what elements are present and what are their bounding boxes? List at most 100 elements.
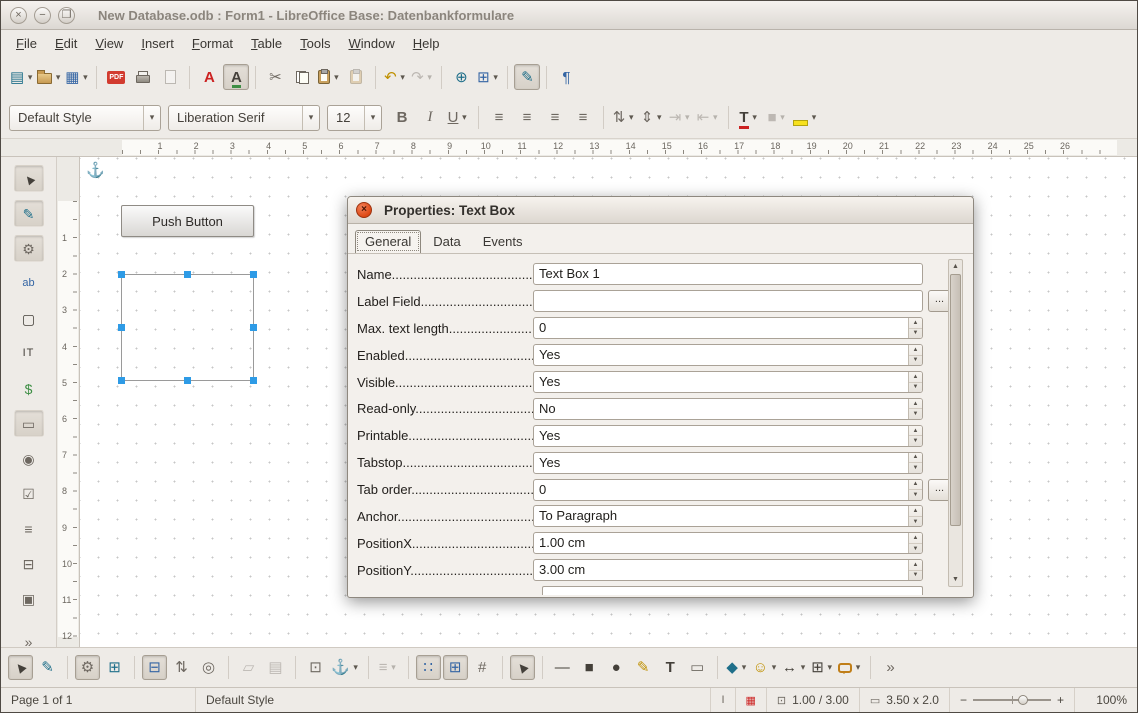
spin-up-icon[interactable]: ▲ xyxy=(909,372,922,383)
zoom-value[interactable]: 100% xyxy=(1075,688,1137,712)
scrollbar-thumb[interactable] xyxy=(950,274,961,526)
spin-down-icon[interactable]: ▼ xyxy=(909,571,922,581)
change-anchor-button[interactable]: ⚓▾ xyxy=(330,655,361,680)
resize-handle-n[interactable] xyxy=(184,271,191,278)
spinner-buttons[interactable]: ▲▼ xyxy=(908,318,922,338)
spin-up-icon[interactable]: ▲ xyxy=(909,426,922,437)
open-button[interactable]: ▾ xyxy=(36,64,63,90)
scroll-up-icon[interactable]: ▲ xyxy=(949,260,962,273)
dropdown-caret-icon[interactable]: ▾ xyxy=(751,112,759,123)
group-box-tool[interactable]: ▢ xyxy=(14,305,44,332)
enabled-field[interactable]: Yes▲▼ xyxy=(533,344,923,366)
menu-item[interactable]: Format xyxy=(183,32,242,55)
dialog-close-button[interactable]: × xyxy=(356,202,372,218)
symbol-shapes-button[interactable]: ☺▾ xyxy=(752,655,779,680)
callouts-button[interactable]: ▾ xyxy=(837,655,863,680)
spin-up-icon[interactable]: ▲ xyxy=(909,560,922,571)
text-box-tool[interactable]: IT xyxy=(14,340,44,367)
resize-handle-sw[interactable] xyxy=(118,377,125,384)
insert-rectangle-button[interactable]: ■ xyxy=(577,655,602,680)
add-field-button[interactable]: ⊟ xyxy=(142,655,167,680)
dropdown-caret-icon[interactable]: ▾ xyxy=(143,106,160,130)
basic-shapes-button[interactable]: ◆▾ xyxy=(725,655,750,680)
printable-field[interactable]: Yes▲▼ xyxy=(533,425,923,447)
resize-handle-s[interactable] xyxy=(184,377,191,384)
window-minimize-button[interactable]: − xyxy=(34,7,51,24)
resize-handle-se[interactable] xyxy=(250,377,257,384)
control-wizards-button[interactable]: ⚙ xyxy=(75,655,100,680)
align-left-button[interactable]: ≡ xyxy=(486,105,512,131)
toolbar-overflow-button[interactable]: » xyxy=(878,655,903,680)
tab-events[interactable]: Events xyxy=(473,230,533,253)
spin-up-icon[interactable]: ▲ xyxy=(909,533,922,544)
dropdown-caret-icon[interactable]: ▾ xyxy=(81,72,89,83)
label-field-tool[interactable]: ab xyxy=(14,270,44,297)
control-wizards-tool[interactable]: ⚙ xyxy=(14,235,44,262)
spin-up-icon[interactable]: ▲ xyxy=(909,345,922,356)
page-style-indicator[interactable]: Default Style xyxy=(196,688,711,712)
activation-order-button[interactable]: ⇅ xyxy=(169,655,194,680)
cursor-position-indicator[interactable]: ⊡1.00 / 3.00 xyxy=(767,688,860,712)
font-name-combo[interactable]: Liberation Serif▾ xyxy=(168,105,320,131)
design-mode-tool[interactable]: ✎ xyxy=(14,200,44,227)
snap-to-grid-button[interactable]: ⊞ xyxy=(443,655,468,680)
image-button-tool[interactable]: ▣ xyxy=(14,585,44,612)
visible-field[interactable]: Yes▲▼ xyxy=(533,371,923,393)
dropdown-caret-icon[interactable]: ▾ xyxy=(54,72,62,83)
helplines-button[interactable]: # xyxy=(470,655,495,680)
spin-down-icon[interactable]: ▼ xyxy=(909,544,922,554)
spin-down-icon[interactable]: ▼ xyxy=(909,329,922,339)
print-button[interactable] xyxy=(130,64,156,90)
resize-handle-e[interactable] xyxy=(250,324,257,331)
name-field[interactable]: Text Box 1 xyxy=(533,263,923,285)
read-only-field[interactable]: No▲▼ xyxy=(533,398,923,420)
tab-order-field[interactable]: 0▲▼ xyxy=(533,479,923,501)
insert-line-button[interactable]: — xyxy=(550,655,575,680)
menu-item[interactable]: Window xyxy=(339,32,403,55)
spinner-buttons[interactable]: ▲▼ xyxy=(908,426,922,446)
spinner-buttons[interactable]: ▲▼ xyxy=(908,506,922,526)
horizontal-ruler[interactable]: 1234567891011121314151617181920212223242… xyxy=(1,139,1137,157)
tabstop-field[interactable]: Yes▲▼ xyxy=(533,452,923,474)
draw-select-button[interactable]: ▲ xyxy=(510,655,535,680)
copy-button[interactable] xyxy=(289,64,315,90)
zoom-thumb[interactable] xyxy=(1018,695,1028,705)
spin-down-icon[interactable]: ▼ xyxy=(909,356,922,366)
menu-item[interactable]: Edit xyxy=(46,32,86,55)
spinner-buttons[interactable]: ▲▼ xyxy=(908,560,922,580)
insert-table-button[interactable]: ⊞▾ xyxy=(475,64,501,90)
dropdown-caret-icon[interactable]: ▾ xyxy=(826,662,834,673)
formatted-field-tool[interactable]: $ xyxy=(14,375,44,402)
insert-mode-indicator[interactable]: I xyxy=(711,688,735,712)
zoom-track[interactable] xyxy=(973,699,1051,701)
push-button-tool[interactable]: ▭ xyxy=(14,410,44,437)
dropdown-caret-icon[interactable]: ▾ xyxy=(740,662,748,673)
highlight-color-button[interactable]: ▾ xyxy=(792,105,819,131)
tab-general[interactable]: General xyxy=(355,230,421,253)
character-color-button[interactable]: T▾ xyxy=(736,105,762,131)
dropdown-caret-icon[interactable]: ▾ xyxy=(26,72,34,83)
option-button-tool[interactable]: ◉ xyxy=(14,445,44,472)
paragraph-style-combo[interactable]: Default Style▾ xyxy=(9,105,161,131)
spin-down-icon[interactable]: ▼ xyxy=(909,517,922,527)
menu-item[interactable]: Tools xyxy=(291,32,339,55)
menu-item[interactable]: View xyxy=(86,32,132,55)
form-navigator-button[interactable]: ⊞ xyxy=(102,655,127,680)
align-right-button[interactable]: ≡ xyxy=(542,105,568,131)
dropdown-caret-icon[interactable]: ▾ xyxy=(302,106,319,130)
resize-handle-w[interactable] xyxy=(118,324,125,331)
align-center-button[interactable]: ≡ xyxy=(514,105,540,131)
dropdown-caret-icon[interactable]: ▾ xyxy=(770,662,778,673)
dropdown-caret-icon[interactable]: ▾ xyxy=(854,662,862,673)
insert-text-box-button[interactable]: T xyxy=(658,655,683,680)
label-field-field[interactable] xyxy=(533,290,923,312)
dropdown-caret-icon[interactable]: ▾ xyxy=(799,662,807,673)
cut-button[interactable]: ✂ xyxy=(262,64,288,90)
check-box-tool[interactable]: ☑ xyxy=(14,480,44,507)
italic-button[interactable]: I xyxy=(417,105,443,131)
spinner-buttons[interactable]: ▲▼ xyxy=(908,399,922,419)
push-button-control[interactable]: Push Button xyxy=(121,205,254,237)
max-text-length-field[interactable]: 0▲▼ xyxy=(533,317,923,339)
spin-up-icon[interactable]: ▲ xyxy=(909,480,922,491)
insert-ellipse-button[interactable]: ● xyxy=(604,655,629,680)
